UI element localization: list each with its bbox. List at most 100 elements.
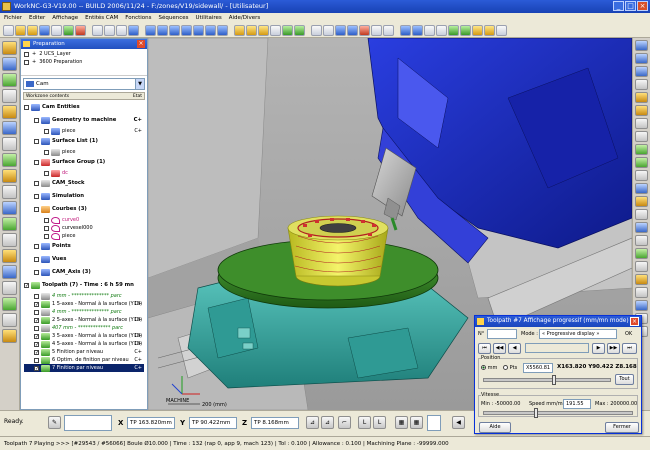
ortho-view-icon[interactable]: ⌐ xyxy=(338,416,351,429)
wireframe-icon[interactable] xyxy=(246,24,257,36)
section-icon[interactable] xyxy=(424,24,435,36)
toolpath-checkbox[interactable] xyxy=(34,349,39,355)
section-view-icon[interactable] xyxy=(635,261,648,272)
save-icon[interactable] xyxy=(39,24,50,36)
view-l-button[interactable]: L xyxy=(358,416,371,429)
panel-close-button[interactable]: × xyxy=(137,40,145,48)
view-l2-button[interactable]: L xyxy=(373,416,386,429)
shade-mode-icon[interactable] xyxy=(635,92,648,103)
mode-select[interactable]: « Progressive display » xyxy=(539,329,617,339)
toolpath-checkbox[interactable] xyxy=(34,309,39,315)
prep-item[interactable]: +2 UCS_Layer xyxy=(24,50,144,58)
toolpath-checkbox[interactable] xyxy=(34,317,39,323)
tree-checkbox[interactable] xyxy=(44,225,49,231)
n-field[interactable] xyxy=(487,329,517,339)
tree-checkbox[interactable] xyxy=(34,257,39,262)
y-field[interactable]: TP 90.422mm xyxy=(189,417,237,429)
refresh-icon[interactable] xyxy=(63,24,74,36)
perspective-icon[interactable] xyxy=(635,222,648,233)
toolpath-icon[interactable] xyxy=(294,24,305,36)
view-top-icon[interactable] xyxy=(157,24,168,36)
delete-icon[interactable] xyxy=(2,329,17,343)
zoom-out-icon[interactable] xyxy=(635,131,648,142)
pts-field[interactable]: X5560.81 xyxy=(523,363,553,373)
roughing-icon[interactable] xyxy=(2,73,17,87)
stop-icon[interactable] xyxy=(75,24,86,36)
tree-checkbox[interactable] xyxy=(34,207,39,212)
point-icon[interactable] xyxy=(472,24,483,36)
workzone-icon[interactable] xyxy=(2,41,17,55)
axis-view2-icon[interactable]: ⊿ xyxy=(321,416,334,429)
tree-item[interactable]: piece xyxy=(24,232,144,240)
pts-radio[interactable] xyxy=(503,365,508,370)
snapshot-icon[interactable] xyxy=(635,300,648,311)
minimize-button[interactable]: _ xyxy=(613,1,624,11)
hidden-line-icon[interactable] xyxy=(258,24,269,36)
axis-icon[interactable] xyxy=(484,24,495,36)
tool-field[interactable] xyxy=(64,415,112,431)
tree-item[interactable]: dc xyxy=(24,169,144,177)
curve-icon[interactable] xyxy=(460,24,471,36)
tree-item[interactable]: Simulation xyxy=(24,190,144,203)
tree-checkbox[interactable] xyxy=(44,170,49,176)
tree-item[interactable]: Points xyxy=(24,240,144,253)
rotate-icon[interactable] xyxy=(116,24,127,36)
view-iso-right-icon[interactable] xyxy=(635,40,648,51)
measure-icon[interactable] xyxy=(311,24,322,36)
skip-end-button[interactable]: ⏭ xyxy=(622,343,637,354)
shading-icon[interactable] xyxy=(234,24,245,36)
swarf-icon[interactable] xyxy=(2,217,17,231)
stock-icon[interactable] xyxy=(282,24,293,36)
tree-checkbox[interactable] xyxy=(34,160,39,165)
settings-icon[interactable] xyxy=(2,313,17,327)
pencil-icon[interactable] xyxy=(2,169,17,183)
toolpath-checkbox[interactable] xyxy=(34,333,39,339)
layer-icon[interactable] xyxy=(371,24,382,36)
rewind-icon[interactable]: ◀ xyxy=(452,416,465,429)
view-front-icon[interactable] xyxy=(169,24,180,36)
contour-icon[interactable] xyxy=(2,153,17,167)
step-back-button[interactable]: ◀◀ xyxy=(493,343,506,354)
tree-item[interactable]: curvesel000 xyxy=(24,224,144,232)
toolpath-row[interactable]: 407 mm - ************* parc xyxy=(24,324,144,332)
info-icon[interactable] xyxy=(383,24,394,36)
tree-item[interactable]: curve0 xyxy=(24,216,144,224)
prep-checkbox[interactable] xyxy=(24,51,29,57)
simulation-icon[interactable] xyxy=(347,24,358,36)
geometry-icon[interactable] xyxy=(2,57,17,71)
chevron-down-icon[interactable]: ▼ xyxy=(135,79,144,89)
tree-item[interactable]: piece xyxy=(24,148,144,156)
tree-item[interactable]: piece C+ xyxy=(24,127,144,135)
axis-view-icon[interactable]: ⊿ xyxy=(306,416,319,429)
tree-item[interactable]: Courbes (3) xyxy=(24,203,144,216)
prep-item[interactable]: +3600 Preparation xyxy=(24,58,144,66)
view-top-right-icon[interactable] xyxy=(635,53,648,64)
tree-item[interactable]: Cam Entities xyxy=(24,101,144,114)
x-field[interactable]: TP 163.820mm xyxy=(127,417,175,429)
fit-view-icon[interactable] xyxy=(635,79,648,90)
pts-radio-row[interactable]: Pts xyxy=(503,365,517,371)
expand-mark[interactable]: + xyxy=(32,50,36,58)
select-icon[interactable] xyxy=(92,24,103,36)
speed-slider-thumb[interactable] xyxy=(534,408,538,418)
tree-item[interactable]: Geometry to machine C+ xyxy=(24,114,144,127)
back-button[interactable]: ◀ xyxy=(508,343,521,354)
speed-field[interactable]: 191.55 xyxy=(563,399,591,409)
clip-plane-icon[interactable] xyxy=(635,248,648,259)
open-folder-icon[interactable] xyxy=(15,24,26,36)
menu-affichage[interactable]: Affichage xyxy=(52,13,78,23)
show-holder-icon[interactable] xyxy=(635,196,648,207)
planar-icon[interactable] xyxy=(2,121,17,135)
tree-checkbox[interactable] xyxy=(34,270,39,275)
dialog-close-button[interactable]: × xyxy=(630,317,639,326)
tree-checkbox[interactable] xyxy=(34,181,39,186)
menu-fichier[interactable]: Fichier xyxy=(4,13,22,23)
tree-checkbox[interactable] xyxy=(44,233,49,239)
toolpath-checkbox[interactable] xyxy=(34,341,39,347)
finishing-icon[interactable] xyxy=(2,105,17,119)
tree-item[interactable]: CAM_Axis (3) xyxy=(24,266,144,279)
tree-checkbox[interactable] xyxy=(34,244,39,249)
toolpath-row[interactable]: 2 5-axes - Normal à la surface (Y18)C+ xyxy=(24,316,144,324)
position-slider-thumb[interactable] xyxy=(552,375,556,385)
toolpath-row[interactable]: 4 5-axes - Normal à la surface (Y18)C+ xyxy=(24,340,144,348)
